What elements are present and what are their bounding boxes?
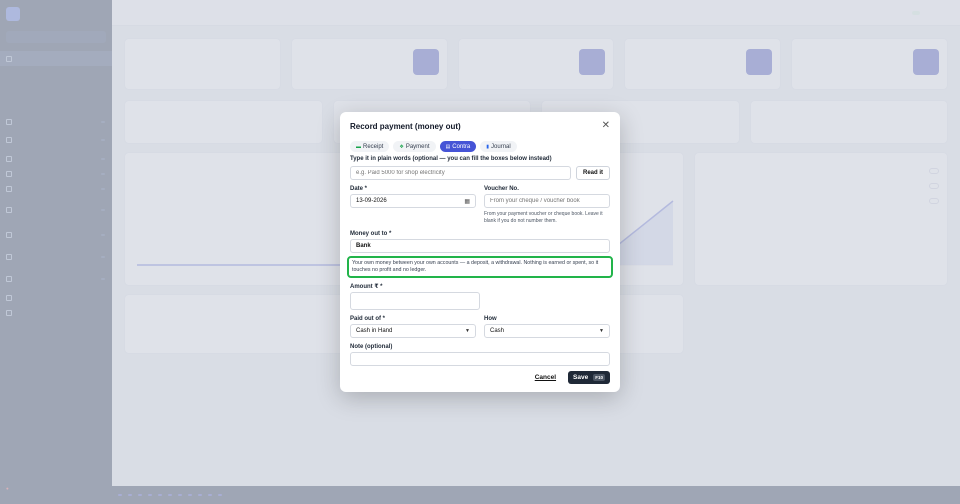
how-label: How: [484, 315, 497, 322]
how-select[interactable]: Cash ▼: [484, 323, 610, 338]
close-icon[interactable]: ✕: [602, 121, 610, 131]
payment-icon: ❖: [399, 143, 404, 150]
plain-words-label: Type it in plain words (optional — you c…: [350, 156, 552, 162]
money-out-field[interactable]: Bank: [350, 238, 610, 253]
voucher-type-tabs: ▬ Receipt ❖ Payment ▤ Contra ▮ Journal: [350, 141, 610, 152]
note-label: Note (optional): [350, 343, 393, 350]
paid-out-of-select[interactable]: Cash in Hand ▼: [350, 323, 476, 338]
voucher-help: From your payment voucher or cheque book…: [484, 211, 603, 224]
money-out-label: Money out to *: [350, 230, 392, 237]
chevron-down-icon: ▼: [599, 327, 604, 334]
contra-icon: ▤: [445, 143, 451, 150]
note-input[interactable]: [350, 351, 610, 366]
record-payment-dialog: Record payment (money out) ✕ ▬ Receipt ❖ P…: [340, 112, 620, 392]
save-button[interactable]: Save F10: [568, 371, 610, 384]
contra-info-box: Your own money between your own accounts…: [347, 255, 613, 278]
cash-icon: ▬: [356, 143, 361, 150]
tab-receipt[interactable]: ▬ Receipt: [350, 141, 390, 152]
plain-words-input[interactable]: [350, 166, 571, 180]
paid-out-of-label: Paid out of *: [350, 315, 385, 322]
tab-payment[interactable]: ❖ Payment: [393, 141, 436, 152]
save-shortcut-key: F10: [593, 374, 605, 381]
chevron-down-icon: ▼: [465, 327, 470, 334]
tab-journal[interactable]: ▮ Journal: [480, 141, 517, 152]
date-label: Date *: [350, 186, 368, 192]
voucher-input[interactable]: [484, 194, 610, 208]
dialog-title: Record payment (money out): [350, 121, 461, 131]
date-field[interactable]: 13-09-2026 ▦: [350, 194, 476, 208]
calendar-icon[interactable]: ▦: [464, 198, 470, 205]
amount-input[interactable]: [350, 291, 480, 310]
read-it-button[interactable]: Read it: [575, 166, 610, 180]
cancel-button[interactable]: Cancel: [531, 371, 560, 384]
voucher-label: Voucher No.: [484, 186, 519, 192]
tab-contra[interactable]: ▤ Contra: [439, 141, 477, 152]
amount-label: Amount ₹ *: [350, 283, 383, 290]
journal-icon: ▮: [486, 143, 490, 150]
